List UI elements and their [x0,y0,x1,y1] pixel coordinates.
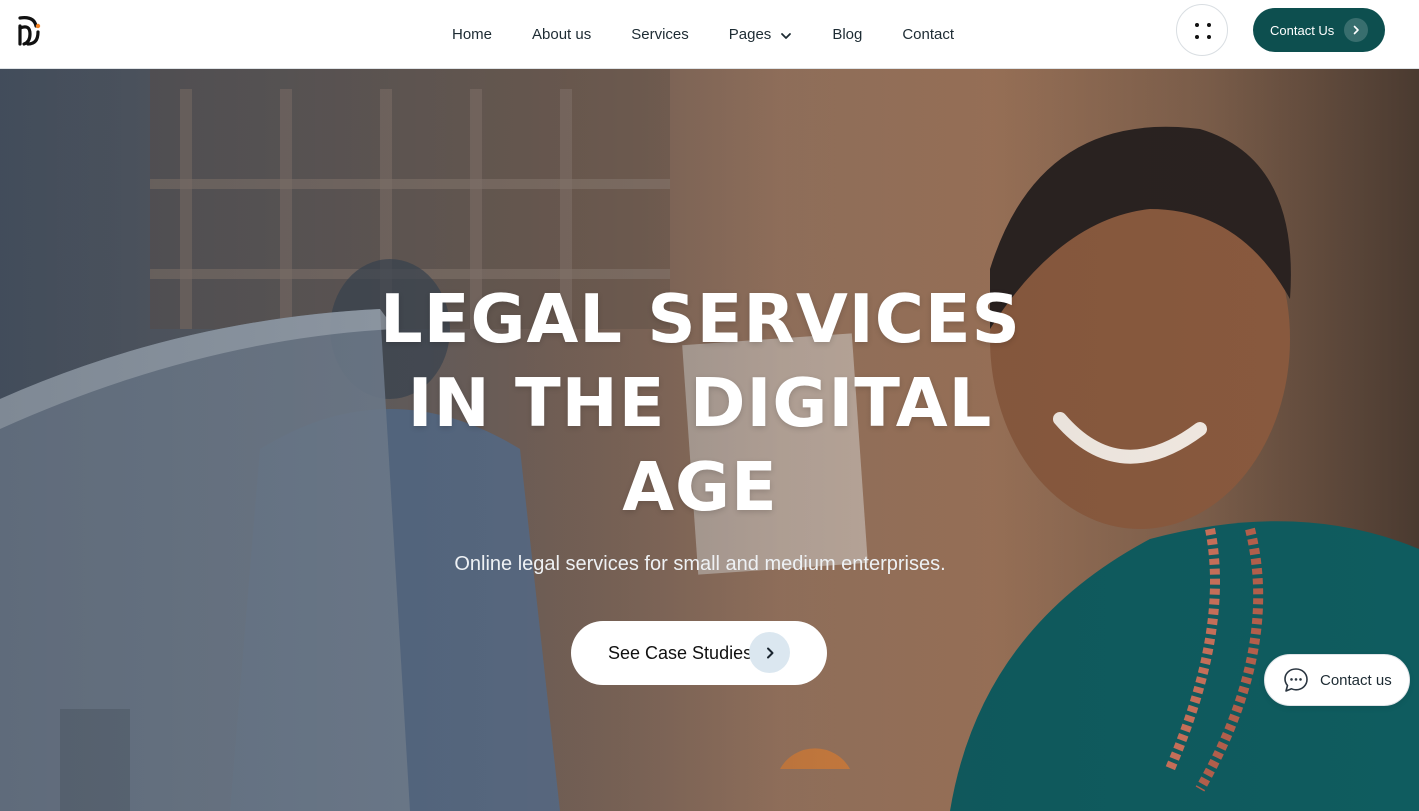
offcanvas-menu-button[interactable] [1176,4,1228,56]
nav-about-label: About us [532,26,592,43]
chat-label: Contact us [1320,671,1392,689]
nav-item-about-us[interactable]: About us [512,0,611,69]
headline-line-1: LEGAL SERVICES [380,280,1021,358]
nav-item-pages[interactable]: Pages [709,0,813,69]
contact-chat-widget-button[interactable]: Contact us [1264,654,1410,706]
chat-bubble-icon [1282,666,1310,694]
law-firm-logo-icon[interactable] [16,14,44,48]
contact-us-button[interactable]: Contact Us [1253,8,1385,52]
headline-line-2: IN THE DIGITAL [407,364,993,442]
chevron-down-icon [780,29,792,41]
nav-home-label: Home [452,26,493,43]
hero-section: LEGAL SERVICES IN THE DIGITAL AGE Online… [0,69,1419,811]
chevron-right-icon [1344,18,1368,42]
nav-item-home[interactable]: Home [432,0,512,69]
nav-item-services[interactable]: Services [611,0,709,69]
see-case-studies-button[interactable]: See Case Studies [571,621,827,685]
see-case-studies-label: See Case Studies [608,642,753,663]
nav-item-blog[interactable]: Blog [812,0,882,69]
hero-subtitle: Online legal services for small and medi… [454,553,946,575]
top-navigation: Home About us Services Pages Blog Contac… [0,0,1419,69]
nav-blog-label: Blog [832,26,863,43]
chevron-right-icon [749,632,790,673]
contact-us-label: Contact Us [1270,22,1335,38]
nav-contact-label: Contact [902,26,955,43]
dots-grid-icon [1195,23,1211,39]
hero-headline: LEGAL SERVICES IN THE DIGITAL AGE [380,277,1020,529]
headline-line-3: AGE [622,448,778,526]
main-menu: Home About us Services Pages Blog Contac… [432,0,974,69]
nav-services-label: Services [631,26,689,43]
nav-item-contact[interactable]: Contact [882,0,974,69]
nav-pages-label: Pages [728,26,772,43]
